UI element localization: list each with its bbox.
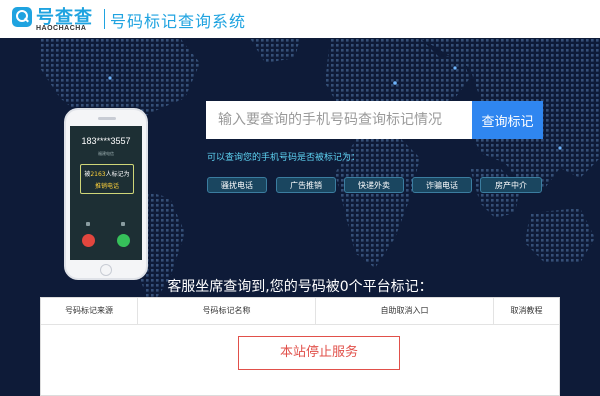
mark-count-text: 被2163人标记为	[84, 171, 130, 178]
decline-call-icon	[82, 234, 95, 247]
column-header-tutorial: 取消教程	[510, 306, 543, 315]
search-button[interactable]: 查询标记	[472, 101, 543, 139]
tag-ads[interactable]: 广告推销	[276, 177, 336, 193]
column-header-source: 号码标记来源	[41, 298, 138, 324]
tag-harassment[interactable]: 骚扰电话	[207, 177, 267, 193]
mark-tag: 推销电话	[94, 183, 119, 190]
mark-card: 被2163人标记为 推销电话	[80, 164, 134, 194]
top-header: 号查查 HAOCHACHA 号码标记查询系统	[0, 0, 600, 38]
mute-icon	[86, 222, 90, 226]
column-header-name: 号码标记名称	[138, 298, 316, 324]
column-header-cancel-entry: 自助取消入口	[316, 298, 494, 324]
logo-subtext: HAOCHACHA	[36, 25, 87, 32]
result-table: 号码标记来源 号码标记名称 自助取消入口 取消教程 本站停止服务	[40, 297, 560, 396]
accept-call-icon	[117, 234, 130, 247]
logo-icon[interactable]	[12, 7, 32, 27]
header-divider	[104, 9, 105, 29]
result-title: 客服坐席查询到,您的号码被0个平台标记：	[167, 279, 433, 295]
system-title: 号码标记查询系统	[110, 12, 247, 31]
home-button-icon	[100, 264, 112, 276]
tag-fraud[interactable]: 诈骗电话	[412, 177, 472, 193]
service-stopped-notice: 本站停止服务	[238, 336, 400, 370]
table-divider	[41, 324, 559, 325]
phone-screen: 183****3557 福建电信 被2163人标记为 推销电话	[70, 126, 142, 260]
phone-location: 福建电信	[98, 151, 114, 156]
message-icon	[121, 222, 125, 226]
search-hint: 可以查询您的手机号码是否被标记为：	[207, 153, 361, 163]
tag-delivery[interactable]: 快递外卖	[344, 177, 404, 193]
phone-number: 183****3557	[81, 136, 131, 146]
phone-illustration: 183****3557 福建电信 被2163人标记为 推销电话	[64, 108, 148, 280]
tag-realestate[interactable]: 房产中介	[480, 177, 542, 193]
search-input[interactable]	[206, 101, 472, 139]
